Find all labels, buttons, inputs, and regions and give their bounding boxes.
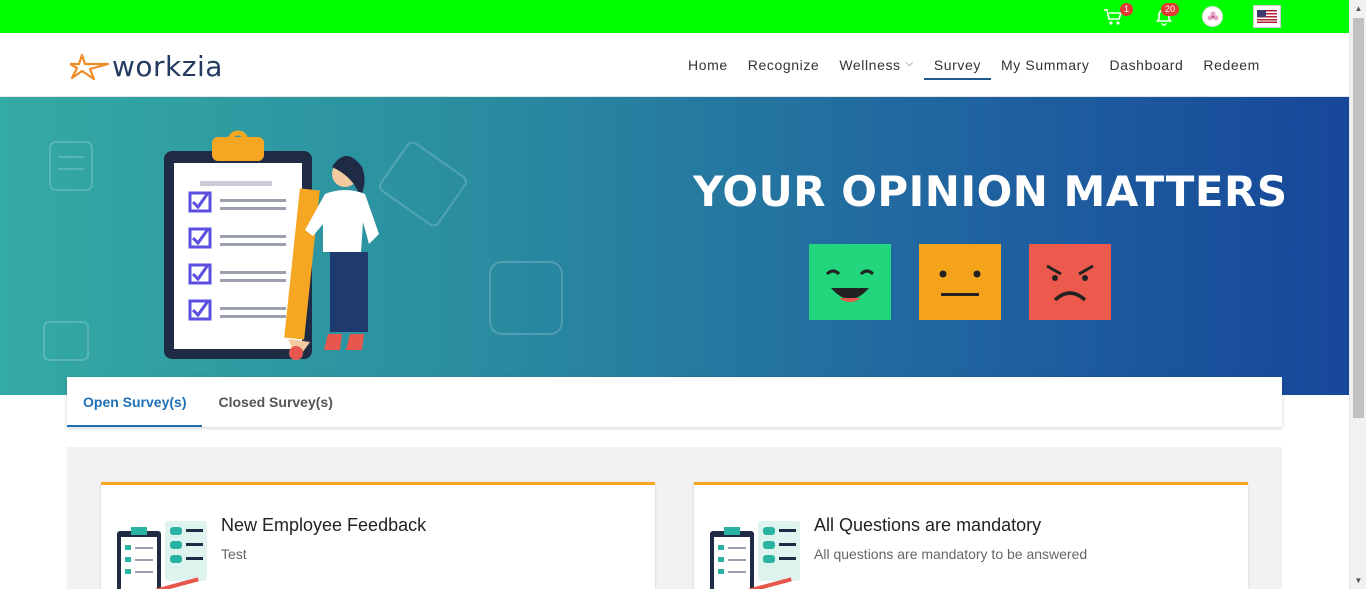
survey-card[interactable]: All Questions are mandatory All question… [694,482,1248,589]
star-logo-icon [70,53,110,80]
nav-my-summary[interactable]: My Summary [991,33,1099,97]
chevron-down-icon: ⌵ [905,57,914,69]
us-flag-icon [1257,10,1277,23]
nav-recognize[interactable]: Recognize [738,33,830,97]
nav-redeem[interactable]: Redeem [1193,33,1270,97]
main-header: workzia Home Recognize Wellness ⌵ Survey … [0,33,1349,97]
notifications-button[interactable]: 20 [1153,3,1180,28]
survey-description: All questions are mandatory to be answer… [814,546,1088,562]
tab-open-surveys[interactable]: Open Survey(s) [67,377,203,427]
nav-recognize-label: Recognize [747,57,820,73]
survey-description: Test [221,546,247,562]
neutral-face-icon [919,244,1001,320]
nav-survey[interactable]: Survey [923,33,992,97]
survey-title: All Questions are mandatory [814,515,1042,535]
language-selector[interactable] [1253,5,1281,28]
flower-avatar-icon [1207,11,1218,20]
user-avatar[interactable] [1202,6,1223,27]
nav-home-label: Home [688,57,728,73]
happy-face-icon [809,244,891,320]
survey-form-illustration [710,521,800,589]
survey-title: New Employee Feedback [221,515,427,535]
scroll-up-arrow-icon[interactable]: ▲ [1350,0,1366,17]
top-utility-bar: 1 20 [0,0,1349,33]
angry-face-icon [1029,244,1111,320]
nav-survey-label: Survey [933,57,982,73]
nav-home[interactable]: Home [678,33,738,97]
nav-wellness-label: Wellness [839,57,901,73]
survey-tabs: Open Survey(s) Closed Survey(s) [67,377,1282,427]
workzia-logo[interactable]: workzia [70,50,223,83]
cart-count-badge: 1 [1120,3,1134,16]
main-navigation: Home Recognize Wellness ⌵ Survey My Summa… [678,33,1270,97]
clipboard-illustration [164,130,379,360]
tab-closed-surveys[interactable]: Closed Survey(s) [202,377,348,427]
scroll-down-arrow-icon[interactable]: ▼ [1350,572,1366,589]
nav-wellness[interactable]: Wellness ⌵ [829,33,924,97]
cart-button[interactable]: 1 [1102,3,1134,28]
survey-form-illustration [117,521,207,589]
scrollbar-thumb[interactable] [1353,18,1364,418]
nav-redeem-label: Redeem [1203,57,1260,73]
survey-card[interactable]: New Employee Feedback Test [101,482,655,589]
survey-list: New Employee Feedback Test All Questions… [67,447,1282,589]
nav-my-summary-label: My Summary [1001,57,1090,73]
logo-wordmark: workzia [112,50,223,83]
nav-dashboard-label: Dashboard [1109,57,1184,73]
nav-dashboard[interactable]: Dashboard [1099,33,1193,97]
banner-title: YOUR OPINION MATTERS [693,167,1288,216]
notifications-count-badge: 20 [1161,3,1180,16]
page-scrollbar[interactable]: ▲ ▼ [1349,0,1366,589]
survey-banner: YOUR OPINION MATTERS [0,97,1349,395]
